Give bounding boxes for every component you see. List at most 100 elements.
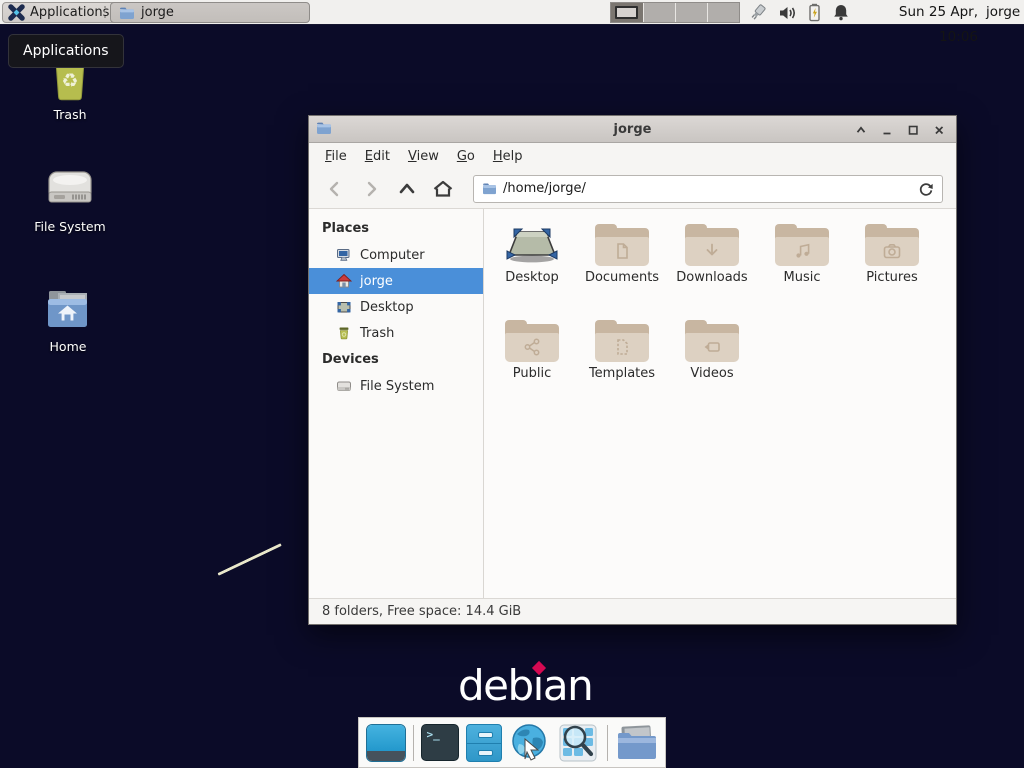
window-controls	[852, 116, 948, 143]
desktop: Applications jorge	[0, 0, 1024, 768]
file-manager-icon[interactable]	[466, 724, 502, 762]
public-folder-icon	[505, 320, 559, 362]
terminal-icon[interactable]: >_	[421, 724, 459, 761]
applications-menu-button[interactable]: Applications	[2, 2, 118, 23]
debian-logo-text: debian	[458, 661, 592, 710]
folder-label: Templates	[589, 366, 655, 381]
path-bar[interactable]: /home/jorge/	[473, 175, 943, 203]
sidebar-item-label: jorge	[360, 274, 393, 289]
computer-icon	[336, 247, 352, 263]
shade-button[interactable]	[852, 121, 870, 139]
folder-label: Public	[513, 366, 551, 381]
folder-label: Pictures	[866, 270, 917, 285]
panel-username[interactable]: jorge	[986, 0, 1020, 25]
applications-tooltip: Applications	[8, 34, 124, 68]
music-folder-icon	[775, 224, 829, 266]
desktop-icon-label: Home	[50, 339, 87, 354]
sidebar-item-desktop[interactable]: Desktop	[309, 294, 483, 320]
workspace-pager[interactable]	[610, 2, 740, 23]
web-browser-icon[interactable]	[509, 722, 551, 764]
folder-label: Videos	[690, 366, 733, 381]
sidebar-item-computer[interactable]: Computer	[309, 242, 483, 268]
directory-menu-icon[interactable]	[614, 723, 658, 763]
workspace-2[interactable]	[643, 3, 675, 22]
file-manager-window: jorge File Edit View Go Help	[308, 115, 957, 625]
folder-item-music[interactable]: Music	[757, 219, 847, 315]
volume-icon[interactable]	[778, 4, 797, 22]
maximize-button[interactable]	[904, 121, 922, 139]
titlebar[interactable]: jorge	[309, 116, 956, 143]
home-folder-icon	[43, 288, 93, 334]
sidebar-item-jorge-selected[interactable]: jorge	[309, 268, 483, 294]
sidebar-item-filesystem[interactable]: File System	[309, 373, 483, 399]
menu-view[interactable]: View	[399, 145, 448, 168]
sidebar-devices-header: Devices	[309, 346, 483, 373]
folder-item-videos[interactable]: Videos	[667, 315, 757, 411]
menu-file[interactable]: File	[316, 145, 356, 168]
svg-text:♻: ♻	[61, 70, 78, 92]
sidebar-places-header: Places	[309, 215, 483, 242]
battery-icon[interactable]	[807, 3, 822, 22]
menu-edit[interactable]: Edit	[356, 145, 399, 168]
toolbar: /home/jorge/	[309, 169, 956, 209]
applications-menu-label: Applications	[30, 5, 109, 20]
notifications-bell-icon[interactable]	[832, 3, 850, 22]
system-tray	[748, 2, 850, 23]
desktop-mini-icon	[336, 299, 352, 315]
folder-label: Documents	[585, 270, 659, 285]
menu-help[interactable]: Help	[484, 145, 532, 168]
close-button[interactable]	[930, 121, 948, 139]
trash-mini-icon	[336, 325, 352, 341]
folder-item-public[interactable]: Public	[487, 315, 577, 411]
folder-item-desktop[interactable]: Desktop	[487, 219, 577, 315]
pictures-folder-icon	[865, 224, 919, 266]
folder-item-pictures[interactable]: Pictures	[847, 219, 937, 315]
drive-mini-icon	[336, 378, 352, 394]
forward-button[interactable]	[355, 175, 387, 203]
back-button[interactable]	[319, 175, 351, 203]
desktop-desk-icon	[505, 224, 559, 266]
folder-item-downloads[interactable]: Downloads	[667, 219, 757, 315]
downloads-folder-icon	[685, 224, 739, 266]
workspace-4[interactable]	[707, 3, 739, 22]
menubar: File Edit View Go Help	[309, 143, 956, 169]
application-finder-icon[interactable]	[558, 723, 600, 763]
panel-drag-handle[interactable]	[104, 6, 106, 8]
workspace-window-miniature	[615, 6, 638, 19]
dock-separator	[413, 725, 414, 761]
taskbar-window-button[interactable]: jorge	[110, 2, 310, 23]
folder-item-documents[interactable]: Documents	[577, 219, 667, 315]
sidebar: Places Computer	[309, 209, 484, 598]
sidebar-item-label: Computer	[360, 248, 425, 263]
folder-grid: Desktop Documents	[484, 209, 956, 598]
workspace-1-active[interactable]	[611, 3, 643, 22]
dock: >_	[358, 717, 666, 768]
dock-separator	[607, 725, 608, 761]
folder-label: Downloads	[676, 270, 747, 285]
show-desktop-icon[interactable]	[366, 724, 406, 762]
path-text[interactable]: /home/jorge/	[503, 181, 912, 196]
folder-item-templates[interactable]: Templates	[577, 315, 667, 411]
user-home-icon	[336, 273, 352, 289]
reload-icon[interactable]	[918, 181, 934, 197]
minimize-button[interactable]	[878, 121, 896, 139]
network-ethernet-icon[interactable]	[748, 3, 768, 22]
top-panel: Applications jorge	[0, 0, 1024, 25]
statusbar: 8 folders, Free space: 14.4 GiB	[309, 598, 956, 624]
sidebar-item-label: Trash	[360, 326, 394, 341]
panel-clock[interactable]: Sun 25 Apr, 10:06	[860, 0, 978, 25]
desktop-stray-line	[217, 543, 282, 576]
workspace-3[interactable]	[675, 3, 707, 22]
folder-label: Desktop	[505, 270, 559, 285]
up-button[interactable]	[391, 175, 423, 203]
sidebar-item-trash[interactable]: Trash	[309, 320, 483, 346]
desktop-icon-home[interactable]: Home	[20, 288, 116, 354]
taskbar-folder-icon	[119, 6, 135, 20]
templates-folder-icon	[595, 320, 649, 362]
home-button[interactable]	[427, 175, 459, 203]
documents-folder-icon	[595, 224, 649, 266]
debian-wallpaper-logo: debian	[458, 661, 592, 710]
desktop-icon-label: File System	[34, 219, 106, 234]
menu-go[interactable]: Go	[448, 145, 484, 168]
desktop-icon-filesystem[interactable]: File System	[22, 166, 118, 234]
